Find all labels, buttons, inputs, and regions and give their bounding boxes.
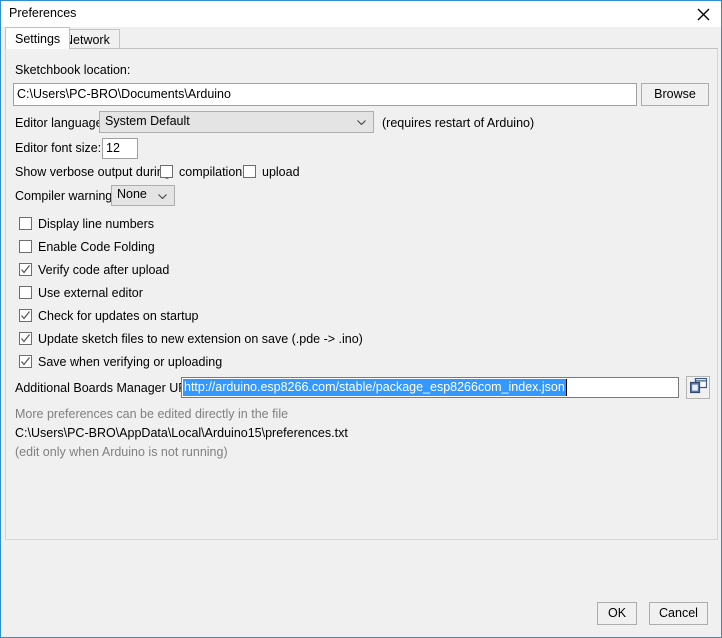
tab-network-label: Network [64,33,110,47]
check-icon [21,311,31,320]
text-caret [566,379,567,396]
checkbox-box [19,263,32,276]
title-bar: Preferences [1,1,721,27]
checkbox-box [19,240,32,253]
checkbox-update-sketch-files-extension[interactable]: Update sketch files to new extension on … [19,330,363,347]
checkbox-box [19,332,32,345]
compiler-warnings-select[interactable]: None [111,185,175,206]
checkbox-label: compilation [179,164,243,179]
footer-line-1: More preferences can be edited directly … [15,407,289,421]
footer-preferences-path: C:\Users\PC-BRO\AppData\Local\Arduino15\… [15,426,348,440]
compiler-warnings-label: Compiler warnings: [15,189,122,203]
open-urls-editor-button[interactable] [686,376,710,399]
check-icon [21,357,31,366]
editor-font-size-input[interactable]: 12 [102,138,138,159]
boards-manager-urls-label: Additional Boards Manager URLs: [15,381,204,395]
cancel-button[interactable]: Cancel [649,602,708,625]
close-button[interactable] [685,1,721,27]
chevron-down-icon [158,193,167,199]
tab-settings[interactable]: Settings [5,27,71,49]
checkbox-label: Use external editor [38,285,143,300]
chevron-down-icon [357,120,366,125]
boards-manager-urls-input[interactable]: http://arduino.esp8266.com/stable/packag… [181,377,679,398]
checkbox-box [19,217,32,230]
checkbox-enable-code-folding[interactable]: Enable Code Folding [19,238,155,255]
browse-button[interactable]: Browse [641,83,709,106]
editor-language-value: System Default [105,114,190,128]
windows-icon [689,377,707,397]
compiler-warnings-value: None [117,187,147,201]
checkbox-label: upload [262,164,300,179]
editor-language-note: (requires restart of Arduino) [382,116,535,130]
tab-strip: Settings Network [1,27,721,49]
footer-line-3: (edit only when Arduino is not running) [15,445,228,459]
checkbox-use-external-editor[interactable]: Use external editor [19,284,143,301]
sketchbook-location-label: Sketchbook location: [15,63,131,77]
editor-language-label: Editor language: [15,116,107,130]
checkbox-label: Verify code after upload [38,262,170,277]
close-icon [697,8,710,21]
window-title: Preferences [9,6,77,20]
sketchbook-location-input[interactable]: C:\Users\PC-BRO\Documents\Arduino [13,83,637,106]
checkbox-label: Check for updates on startup [38,308,199,323]
check-icon [21,265,31,274]
checkbox-verbose-compilation[interactable]: compilation [160,163,242,180]
checkbox-label: Display line numbers [38,216,155,231]
editor-language-select[interactable]: System Default [99,111,374,133]
tab-settings-label: Settings [15,32,61,46]
check-icon [21,334,31,343]
checkbox-check-for-updates-on-startup[interactable]: Check for updates on startup [19,307,199,324]
boards-manager-urls-value: http://arduino.esp8266.com/stable/packag… [183,379,566,396]
checkbox-box [243,165,256,178]
preferences-dialog: Preferences Settings Network Sketchbook … [0,0,722,638]
verbose-output-label: Show verbose output during: [15,165,175,179]
checkbox-label: Update sketch files to new extension on … [38,331,363,346]
ok-button[interactable]: OK [597,602,637,625]
checkbox-label: Enable Code Folding [38,239,155,254]
checkbox-box [160,165,173,178]
checkbox-save-when-verifying-or-uploading[interactable]: Save when verifying or uploading [19,353,222,370]
checkbox-box [19,309,32,322]
checkbox-display-line-numbers[interactable]: Display line numbers [19,215,154,232]
checkbox-verbose-upload[interactable]: upload [243,163,300,180]
editor-font-size-label: Editor font size: [15,141,102,155]
checkbox-label: Save when verifying or uploading [38,354,223,369]
checkbox-box [19,286,32,299]
checkbox-box [19,355,32,368]
checkbox-verify-code-after-upload[interactable]: Verify code after upload [19,261,169,278]
